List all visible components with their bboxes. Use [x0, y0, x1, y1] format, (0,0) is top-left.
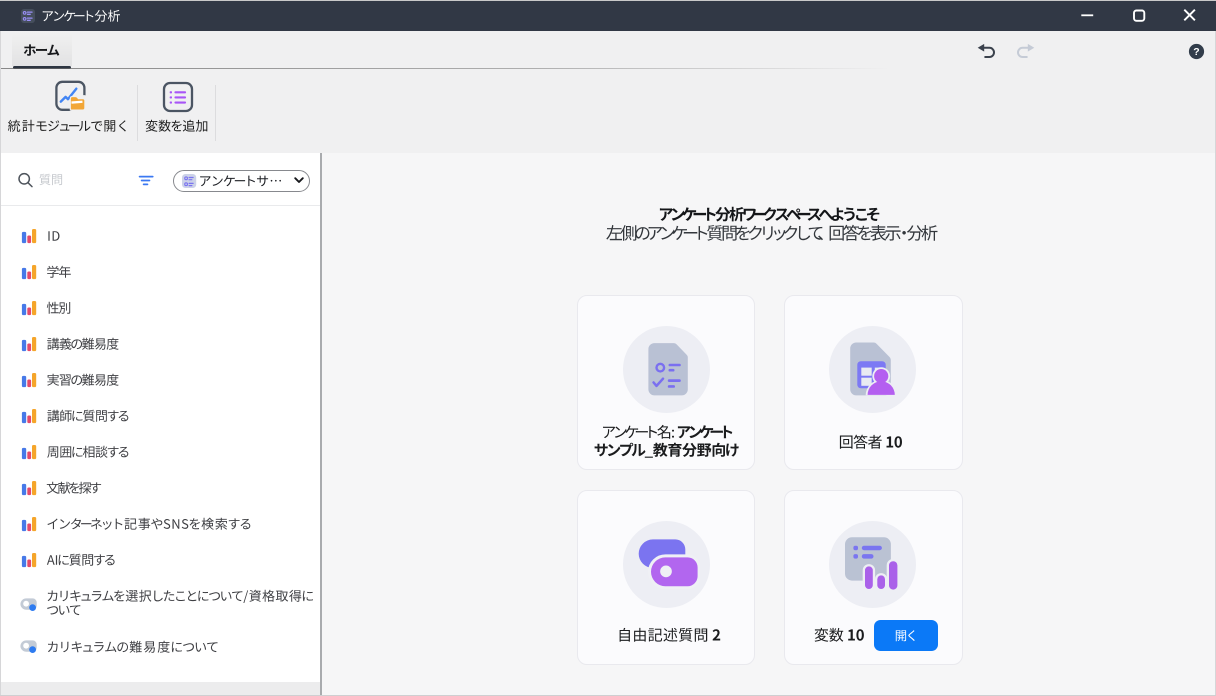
svg-text:?: ?: [1193, 46, 1199, 58]
